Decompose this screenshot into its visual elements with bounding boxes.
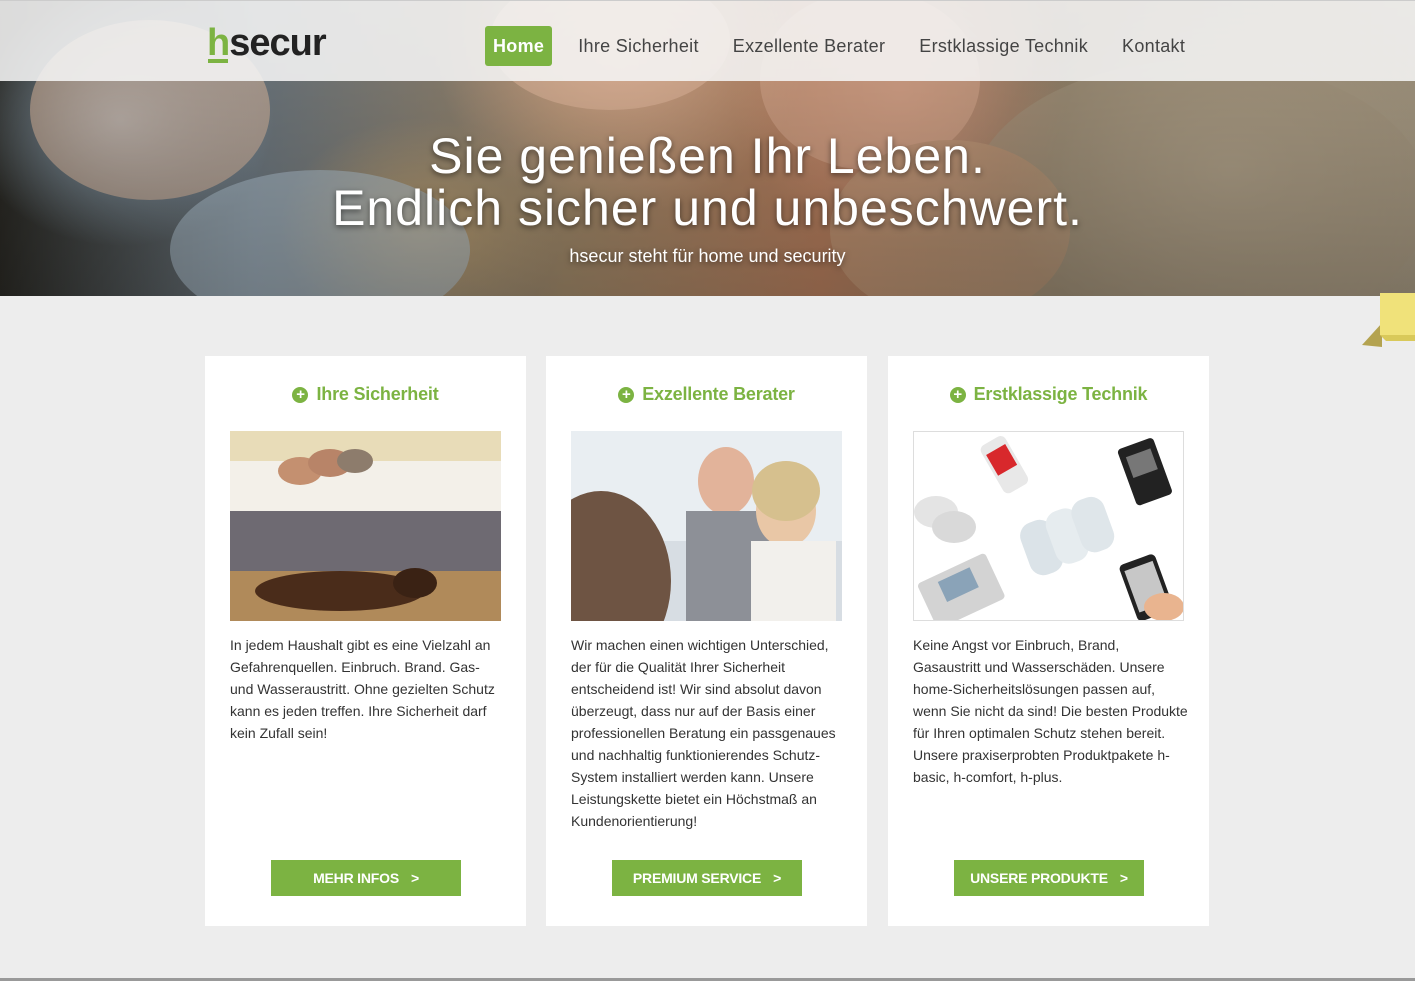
plus-circle-icon: + <box>618 386 635 403</box>
hero-subtitle: hsecur steht für home und security <box>569 246 846 266</box>
logo[interactable]: h secur <box>207 15 327 65</box>
card-title-text: Erstklassige Technik <box>973 384 1148 404</box>
chevron-right-icon: > <box>1119 870 1128 886</box>
logo-text: secur <box>229 22 326 64</box>
card-title-text: Ihre Sicherheit <box>316 384 439 404</box>
nav-item-home[interactable]: Home <box>485 26 553 66</box>
card-title[interactable]: + Ihre Sicherheit <box>205 384 526 405</box>
card-title[interactable]: + Exzellente Berater <box>546 384 867 405</box>
button-label: PREMIUM SERVICE <box>632 870 762 886</box>
plus-circle-icon: + <box>949 386 966 403</box>
hero-title-line2: Endlich sicher und unbeschwert. <box>332 180 1083 236</box>
site-header: h secur Home Ihre Sicherheit Exzellente B… <box>0 0 1415 81</box>
card-text: Wir machen einen wichtigen Unterschied, … <box>571 637 836 829</box>
chevron-right-icon: > <box>773 870 782 886</box>
consultation-couple-photo <box>571 431 842 621</box>
main-nav: Home Ihre Sicherheit Exzellente Berater … <box>485 26 1211 66</box>
feature-card-technik: + Erstklassige Technik Keine Angst vor E… <box>888 356 1209 926</box>
feature-card-sicherheit: + Ihre Sicherheit In jedem Haushalt gibt… <box>205 356 526 926</box>
hero-title-line1: Sie genießen Ihr Leben. <box>429 128 986 184</box>
unsere-produkte-button[interactable]: UNSERE PRODUKTE > <box>954 860 1144 896</box>
nav-item-erstklassige-technik[interactable]: Erstklassige Technik <box>911 26 1096 66</box>
feature-card-berater: + Exzellente Berater Wir machen einen wi… <box>546 356 867 926</box>
button-label: MEHR INFOS <box>313 870 399 886</box>
ribbon-icon <box>1362 293 1415 347</box>
plus-circle-icon: + <box>292 386 309 403</box>
bedroom-family-dog-photo <box>230 431 501 621</box>
mehr-infos-button[interactable]: MEHR INFOS > <box>271 860 461 896</box>
card-text: Keine Angst vor Einbruch, Brand, Gasaust… <box>913 637 1188 785</box>
nav-item-kontakt[interactable]: Kontakt <box>1114 26 1193 66</box>
nav-item-ihre-sicherheit[interactable]: Ihre Sicherheit <box>570 26 707 66</box>
security-devices-photo <box>913 431 1184 621</box>
card-title[interactable]: + Erstklassige Technik <box>888 384 1209 405</box>
card-title-text: Exzellente Berater <box>642 384 795 404</box>
chevron-right-icon: > <box>410 870 419 886</box>
card-text: In jedem Haushalt gibt es eine Vielzahl … <box>230 637 495 741</box>
button-label: UNSERE PRODUKTE <box>970 870 1108 886</box>
premium-service-button[interactable]: PREMIUM SERVICE > <box>612 860 802 896</box>
nav-item-exzellente-berater[interactable]: Exzellente Berater <box>725 26 893 66</box>
logo-h: h <box>207 22 230 64</box>
